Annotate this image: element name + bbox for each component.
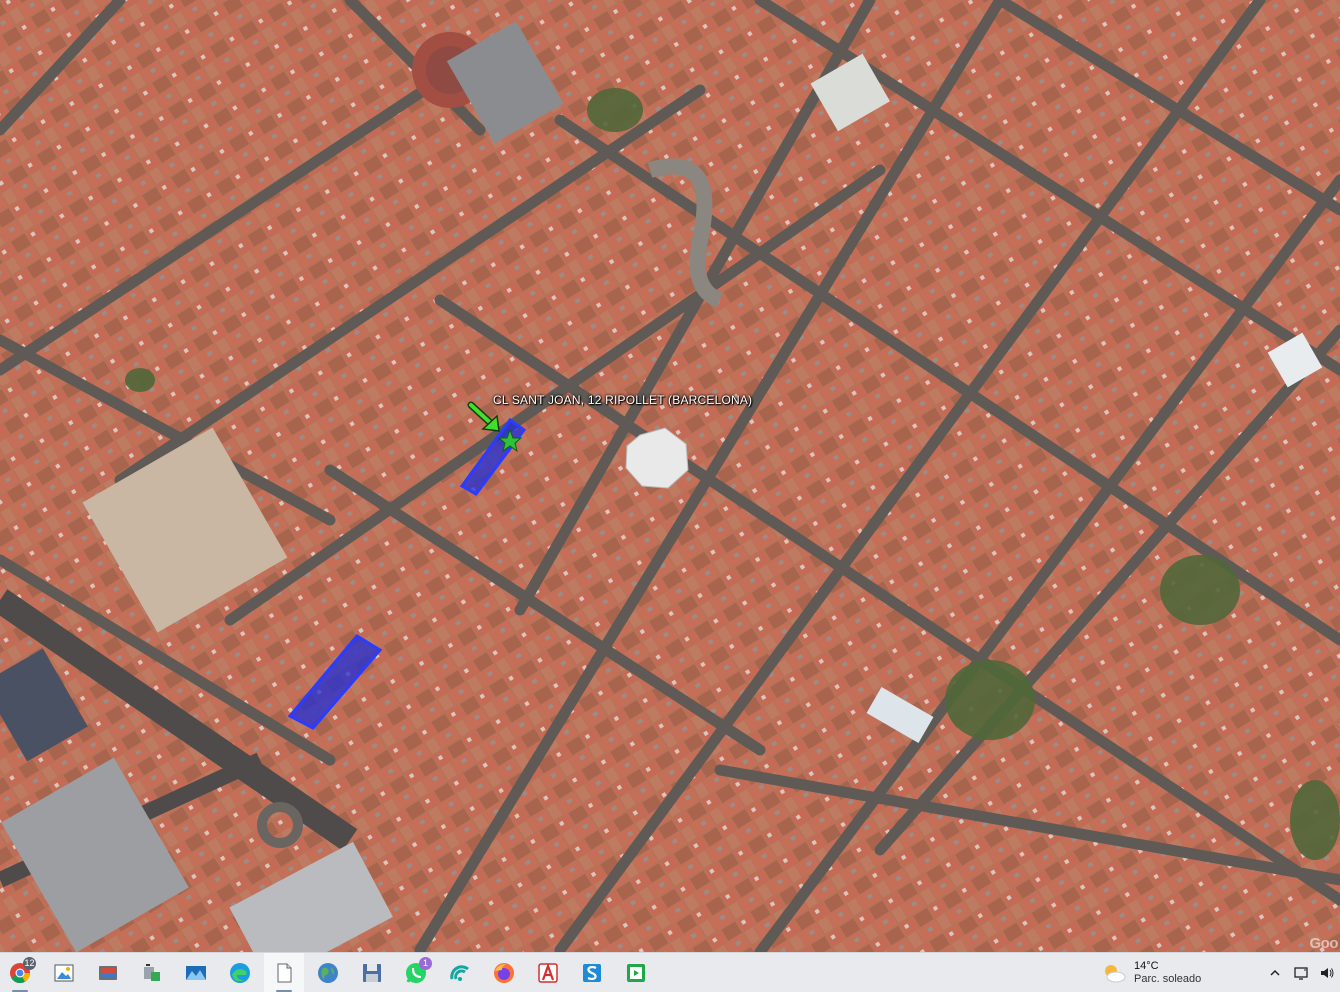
satellite-map[interactable]: CL SANT JOAN, 12 RIPOLLET (BARCELONA) Go… bbox=[0, 0, 1340, 952]
map-imagery[interactable] bbox=[0, 0, 1340, 952]
network-status-button[interactable] bbox=[1288, 953, 1314, 992]
taskbar-app-document[interactable] bbox=[264, 952, 304, 992]
windows-taskbar: 12 1 14°C Parc. soleado bbox=[0, 952, 1340, 992]
notification-badge: 12 bbox=[23, 956, 36, 970]
s-app-icon bbox=[583, 963, 601, 982]
taskbar-app-signal[interactable] bbox=[440, 953, 480, 992]
volume-button[interactable] bbox=[1314, 953, 1340, 992]
firefox-icon bbox=[494, 962, 514, 983]
weather-widget[interactable]: 14°C Parc. soleado bbox=[1100, 953, 1201, 992]
document-icon bbox=[277, 963, 292, 982]
floppy-save-icon bbox=[363, 963, 381, 982]
image-viewer-icon bbox=[54, 964, 74, 981]
weather-condition: Parc. soleado bbox=[1134, 973, 1202, 985]
taskbar-app-acrobat[interactable] bbox=[528, 953, 568, 992]
signal-app-icon bbox=[450, 964, 469, 981]
weather-temperature: 14°C bbox=[1134, 960, 1159, 972]
notification-badge: 1 bbox=[419, 956, 432, 970]
taskbar-app-image-viewer[interactable] bbox=[44, 953, 84, 992]
chevron-up-icon bbox=[1270, 969, 1280, 976]
network-tool-icon bbox=[144, 963, 160, 981]
taskbar-app-edge[interactable] bbox=[220, 953, 260, 992]
taskbar-app-network-tool[interactable] bbox=[132, 953, 172, 992]
edge-icon bbox=[230, 962, 250, 983]
show-hidden-icons-button[interactable] bbox=[1262, 953, 1288, 992]
network-icon bbox=[1294, 967, 1308, 980]
taskbar-app-save[interactable] bbox=[352, 953, 392, 992]
taskbar-app-photos[interactable] bbox=[88, 953, 128, 992]
acrobat-icon bbox=[538, 962, 558, 983]
taskbar-app-chrome[interactable]: 12 bbox=[0, 953, 40, 992]
globe-icon bbox=[318, 962, 338, 983]
photos-icon bbox=[99, 965, 117, 980]
landscape-app-icon bbox=[186, 965, 206, 980]
taskbar-app-s[interactable] bbox=[572, 953, 612, 992]
taskbar-app-landscape[interactable] bbox=[176, 953, 216, 992]
taskbar-app-firefox[interactable] bbox=[484, 953, 524, 992]
speaker-icon bbox=[1321, 968, 1334, 978]
placemark-label[interactable]: CL SANT JOAN, 12 RIPOLLET (BARCELONA) bbox=[493, 393, 752, 407]
system-tray bbox=[1262, 953, 1340, 992]
media-player-icon bbox=[627, 963, 645, 982]
taskbar-app-media-player[interactable] bbox=[616, 953, 656, 992]
google-attribution: Goo bbox=[1309, 935, 1339, 952]
taskbar-app-globe[interactable] bbox=[308, 953, 348, 992]
partly-sunny-icon bbox=[1105, 965, 1126, 983]
taskbar-app-whatsapp[interactable]: 1 bbox=[396, 953, 436, 992]
